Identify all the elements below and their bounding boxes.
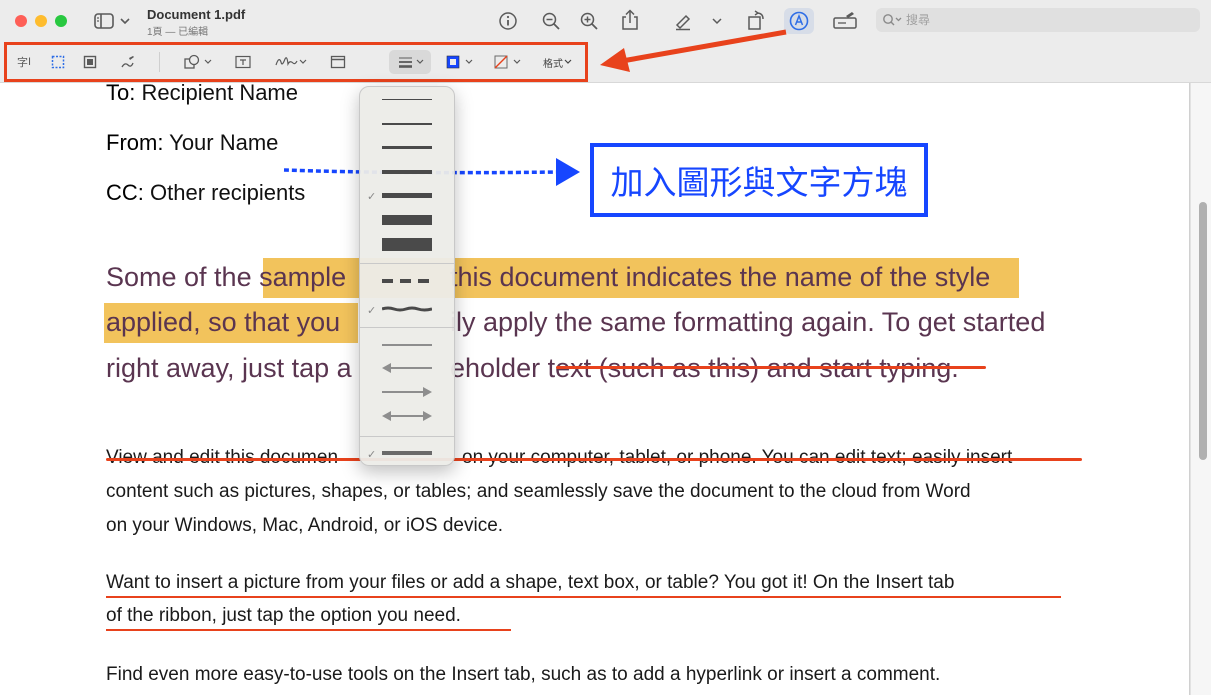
close-window-button[interactable] — [15, 15, 27, 27]
document-subtitle: 1頁 — 已編輯 — [147, 27, 209, 38]
info-button[interactable] — [497, 10, 519, 32]
from-line: From: Your Name — [106, 130, 278, 156]
strikethrough-annotation[interactable] — [556, 366, 986, 369]
shadow-option[interactable] — [382, 451, 432, 455]
line-weight-option[interactable] — [382, 123, 432, 125]
arrow-start-option[interactable] — [382, 362, 432, 374]
arrow-end-option[interactable] — [382, 386, 432, 398]
search-field[interactable] — [876, 8, 1200, 32]
underline-annotation[interactable] — [106, 629, 511, 631]
minimize-window-button[interactable] — [35, 15, 47, 27]
form-icon — [833, 12, 857, 29]
body-text: this document indicates the name of the … — [450, 262, 991, 292]
body-line-1: Some of the sample this document indicate… — [106, 262, 990, 293]
body-line-2: applied, so that you ily apply the same f… — [106, 307, 1045, 338]
to-line: To: Recipient Name — [106, 83, 298, 106]
para2-line-1: Want to insert a picture from your files… — [106, 572, 955, 593]
zoom-out-button[interactable] — [540, 10, 562, 32]
line-weight-option[interactable] — [382, 170, 432, 174]
from-value: Your Name — [169, 130, 279, 155]
search-input[interactable] — [904, 12, 1188, 28]
cc-line: CC: Other recipients — [106, 180, 305, 206]
menu-separator — [360, 327, 454, 328]
info-icon — [499, 12, 517, 30]
cc-label: CC: — [106, 180, 144, 205]
line-weight-option[interactable] — [382, 215, 432, 225]
dashed-line-option[interactable] — [382, 277, 432, 285]
scrollbar-thumb[interactable] — [1199, 202, 1207, 460]
line-weight-option[interactable] — [382, 238, 432, 251]
red-arrow-annotation — [600, 29, 787, 72]
menu-separator — [360, 263, 454, 264]
search-icon — [883, 14, 902, 26]
body-text: right away, just tap a — [106, 353, 352, 383]
checkmark-icon: ✓ — [367, 305, 377, 317]
body-line-3: right away, just tap a eholder text (such… — [106, 353, 959, 384]
document-title: Document 1.pdf — [147, 7, 246, 22]
arrow-both-option[interactable] — [382, 410, 432, 422]
para1-line-3: on your Windows, Mac, Android, or iOS de… — [106, 515, 504, 536]
line-weight-option[interactable] — [382, 146, 432, 149]
body-text: applied, so that you — [106, 307, 341, 337]
line-weight-option-selected[interactable] — [382, 193, 432, 198]
checkmark-icon: ✓ — [367, 191, 377, 203]
text-box-annotation[interactable]: 加入圖形與文字方塊 — [590, 143, 928, 217]
sketch-line-option[interactable] — [382, 305, 432, 313]
shape-style-menu: ✓ ✓ ✓ — [359, 86, 455, 466]
to-label: To: — [106, 83, 136, 105]
markup-toolbar-highlight-frame — [4, 42, 588, 82]
body-text: sample — [259, 262, 347, 292]
underline-annotation[interactable] — [106, 596, 1061, 598]
para1-line-2: content such as pictures, shapes, or tab… — [106, 481, 971, 502]
zoom-out-icon — [542, 12, 560, 30]
zoom-window-button[interactable] — [55, 15, 67, 27]
line-end-option[interactable] — [382, 344, 432, 346]
checkmark-icon: ✓ — [367, 449, 377, 461]
para3-line-1: Find even more easy-to-use tools on the … — [106, 664, 941, 685]
form-filling-button[interactable] — [830, 9, 860, 33]
to-value: Recipient Name — [141, 83, 298, 105]
strikethrough-annotation[interactable] — [106, 458, 1082, 461]
sidebar-icon — [94, 13, 130, 29]
from-label: From: — [106, 130, 164, 155]
body-text: ily apply the same formatting again. To … — [450, 307, 1046, 337]
line-weight-option[interactable] — [382, 99, 432, 100]
body-text: eholder — [450, 353, 548, 383]
para2-line-2: of the ribbon, just tap the option you n… — [106, 605, 461, 626]
body-text: Some of the — [106, 262, 260, 292]
menu-separator — [360, 436, 454, 437]
sidebar-toggle-button[interactable] — [92, 10, 132, 32]
